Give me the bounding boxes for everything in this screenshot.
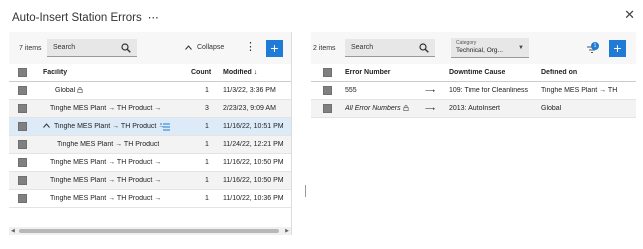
notification-badge: 1 bbox=[591, 42, 599, 50]
scroll-left-icon[interactable]: ◀ bbox=[11, 228, 15, 234]
count-cell: 1 bbox=[205, 159, 209, 166]
column-error-number[interactable]: Error Number bbox=[345, 69, 391, 76]
scrollbar-thumb[interactable] bbox=[19, 229, 279, 233]
chevron-up-icon bbox=[185, 45, 192, 50]
items-count: 7 items bbox=[19, 44, 42, 52]
row-checkbox[interactable] bbox=[18, 176, 27, 185]
select-all-checkbox[interactable] bbox=[323, 68, 332, 77]
lock-icon bbox=[403, 105, 409, 112]
chevron-up-icon[interactable] bbox=[43, 123, 50, 128]
notification-button[interactable]: 1 bbox=[587, 42, 599, 55]
table-row[interactable]: Tinghe MES Plant → TH Product → 1 11/16/… bbox=[9, 154, 291, 172]
column-facility[interactable]: Facility bbox=[43, 69, 67, 76]
list-tree-icon[interactable] bbox=[160, 123, 170, 131]
defined-on-cell: Tinghe MES Plant → TH bbox=[541, 87, 618, 94]
error-number-cell: 555 bbox=[345, 87, 357, 94]
modified-cell: 11/24/22, 12:21 PM bbox=[223, 141, 284, 148]
modified-cell: 11/10/22, 10:36 PM bbox=[223, 195, 284, 202]
facility-table-body: Global 1 11/3/22, 3:36 PM Tinghe MES Pla… bbox=[9, 82, 291, 208]
facility-cell: Tinghe MES Plant → TH Product → bbox=[50, 177, 162, 184]
add-button[interactable]: + bbox=[266, 40, 283, 57]
row-checkbox[interactable] bbox=[18, 194, 27, 203]
row-checkbox[interactable] bbox=[18, 86, 27, 95]
row-checkbox[interactable] bbox=[323, 86, 332, 95]
search-icon bbox=[121, 42, 131, 53]
error-numbers-panel: 2 items Search Category Technical, Org..… bbox=[311, 32, 636, 235]
close-icon[interactable]: ✕ bbox=[624, 8, 635, 22]
row-checkbox[interactable] bbox=[18, 104, 27, 113]
chevron-down-icon: ▼ bbox=[518, 45, 524, 51]
count-cell: 3 bbox=[205, 105, 209, 112]
category-value: Technical, Org... bbox=[456, 47, 503, 54]
downtime-cause-cell: 109: Time for Cleanliness bbox=[449, 87, 528, 94]
lock-icon bbox=[77, 87, 83, 94]
table-row[interactable]: Tinghe MES Plant → TH Product → 1 11/16/… bbox=[9, 118, 291, 136]
error-table-header: Error Number Downtime Cause Defined on bbox=[311, 64, 636, 82]
modified-cell: 11/3/22, 3:36 PM bbox=[223, 87, 276, 94]
category-filter[interactable]: Category Technical, Org... ▼ bbox=[451, 38, 529, 58]
row-checkbox[interactable] bbox=[18, 140, 27, 149]
table-row[interactable]: Global 1 11/3/22, 3:36 PM bbox=[9, 82, 291, 100]
count-cell: 1 bbox=[205, 177, 209, 184]
table-row[interactable]: Tinghe MES Plant → TH Product → 3 2/23/2… bbox=[9, 100, 291, 118]
window-title: Auto-Insert Station Errors bbox=[12, 12, 142, 24]
right-toolbar: 2 items Search Category Technical, Org..… bbox=[311, 32, 636, 64]
panel-splitter[interactable] bbox=[304, 183, 307, 199]
left-toolbar: 7 items Search Collapse ⋮ + bbox=[9, 32, 291, 64]
collapse-button[interactable]: Collapse bbox=[185, 44, 224, 51]
column-modified[interactable]: Modified ↓ bbox=[223, 69, 257, 76]
row-checkbox[interactable] bbox=[18, 122, 27, 131]
facility-cell: Global bbox=[55, 87, 83, 94]
facility-cell: Tinghe MES Plant → TH Product → bbox=[50, 159, 162, 166]
modified-cell: 2/23/23, 9:09 AM bbox=[223, 105, 276, 112]
error-number-cell: All Error Numbers bbox=[345, 105, 409, 112]
facility-cell: Tinghe MES Plant → TH Product bbox=[57, 141, 160, 148]
count-cell: 1 bbox=[205, 123, 209, 130]
column-downtime-cause[interactable]: Downtime Cause bbox=[449, 69, 505, 76]
search-placeholder: Search bbox=[53, 44, 76, 51]
search-input[interactable]: Search bbox=[47, 39, 137, 57]
search-icon bbox=[419, 42, 429, 53]
row-checkbox[interactable] bbox=[323, 104, 332, 113]
count-cell: 1 bbox=[205, 87, 209, 94]
facility-cell: Tinghe MES Plant → TH Product → bbox=[43, 123, 165, 130]
collapse-label: Collapse bbox=[197, 44, 225, 51]
count-cell: 1 bbox=[205, 141, 209, 148]
column-count[interactable]: Count bbox=[191, 69, 211, 76]
scroll-right-icon[interactable]: ▶ bbox=[285, 228, 289, 234]
table-row[interactable]: 555 ⟶ 109: Time for Cleanliness Tinghe M… bbox=[311, 82, 636, 100]
error-table-body: 555 ⟶ 109: Time for Cleanliness Tinghe M… bbox=[311, 82, 636, 118]
column-defined-on[interactable]: Defined on bbox=[541, 69, 577, 76]
defined-on-cell: Global bbox=[541, 105, 562, 112]
arrow-right-icon: ⟶ bbox=[425, 87, 436, 95]
count-cell: 1 bbox=[205, 195, 209, 202]
table-row[interactable]: Tinghe MES Plant → TH Product 1 11/24/22… bbox=[9, 136, 291, 154]
select-all-checkbox[interactable] bbox=[18, 68, 27, 77]
row-checkbox[interactable] bbox=[18, 158, 27, 167]
modified-cell: 11/16/22, 10:51 PM bbox=[223, 123, 284, 130]
category-label: Category bbox=[456, 40, 477, 46]
facility-cell: Tinghe MES Plant → TH Product → bbox=[50, 105, 162, 112]
window-title-bar: Auto-Insert Station Errors ⋯ bbox=[12, 10, 159, 26]
add-button[interactable]: + bbox=[609, 40, 626, 57]
table-row[interactable]: Tinghe MES Plant → TH Product → 1 11/16/… bbox=[9, 172, 291, 190]
table-row[interactable]: All Error Numbers ⟶ 2013: AutoInsert Glo… bbox=[311, 100, 636, 118]
facilities-panel: 7 items Search Collapse ⋮ + Facility Cou… bbox=[9, 32, 292, 235]
more-horizontal-icon[interactable]: ⋯ bbox=[148, 12, 159, 24]
arrow-right-icon: ⟶ bbox=[425, 105, 436, 113]
horizontal-scrollbar[interactable]: ◀ ▶ bbox=[9, 227, 291, 235]
more-vertical-icon[interactable]: ⋮ bbox=[245, 42, 256, 53]
modified-cell: 11/16/22, 10:50 PM bbox=[223, 159, 284, 166]
table-row[interactable]: Tinghe MES Plant → TH Product → 1 11/10/… bbox=[9, 190, 291, 208]
facility-cell: Tinghe MES Plant → TH Product → bbox=[50, 195, 162, 202]
search-placeholder: Search bbox=[351, 44, 374, 51]
downtime-cause-cell: 2013: AutoInsert bbox=[449, 105, 500, 112]
search-input[interactable]: Search bbox=[345, 39, 435, 57]
modified-cell: 11/16/22, 10:50 PM bbox=[223, 177, 284, 184]
facility-table-header: Facility Count Modified ↓ bbox=[9, 64, 291, 82]
items-count: 2 items bbox=[313, 44, 336, 52]
